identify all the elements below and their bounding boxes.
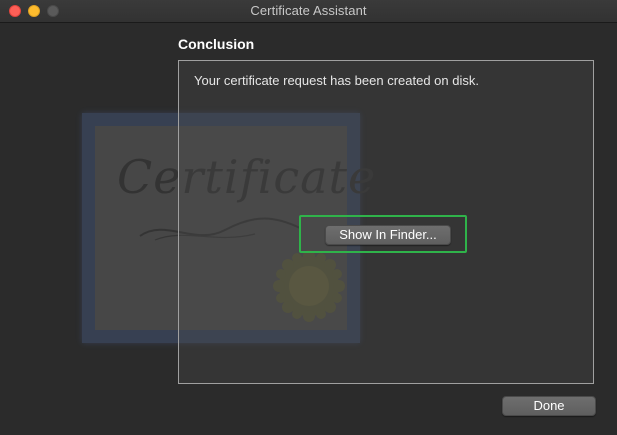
conclusion-panel: Your certificate request has been create…: [178, 60, 594, 384]
done-button[interactable]: Done: [502, 396, 596, 416]
title-bar: Certificate Assistant: [0, 0, 617, 23]
window-title: Certificate Assistant: [250, 3, 367, 18]
certificate-assistant-window: Certificate Assistant Certificate Conclu…: [0, 0, 617, 435]
show-in-finder-button[interactable]: Show In Finder...: [325, 225, 451, 245]
section-title: Conclusion: [178, 36, 255, 52]
conclusion-message: Your certificate request has been create…: [194, 73, 479, 88]
highlight-box: Show In Finder...: [299, 215, 467, 253]
